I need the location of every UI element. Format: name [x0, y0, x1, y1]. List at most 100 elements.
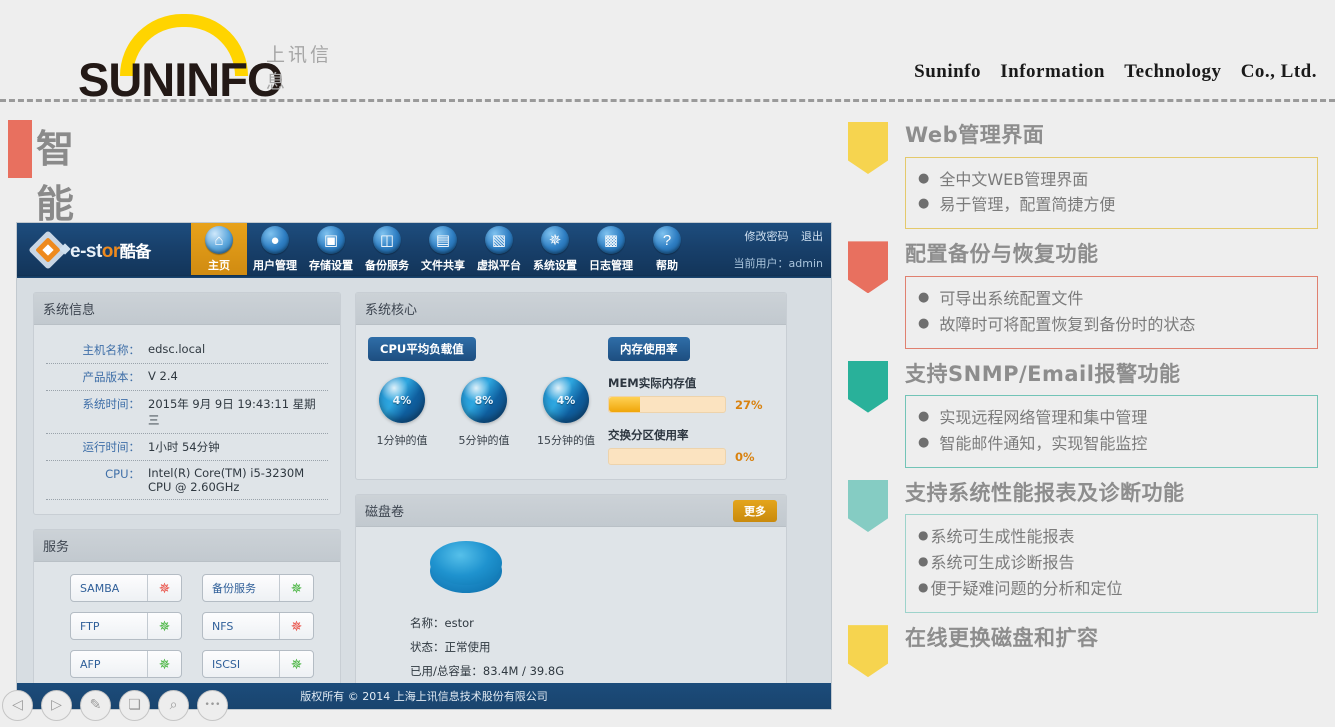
bullet-icon: ●: [918, 315, 930, 331]
service-name: SAMBA: [80, 581, 120, 595]
bullet-text: 可导出系统配置文件: [939, 288, 1084, 308]
gear-icon[interactable]: ✵: [279, 575, 313, 601]
nav-item-backup-service[interactable]: ◫ 备份服务: [359, 223, 415, 278]
zoom-button[interactable]: ⌕: [158, 689, 189, 721]
nav-label-virtual-platform: 虚拟平台: [477, 259, 521, 272]
list-item: ● 全中文WEB管理界面: [918, 167, 1305, 193]
nav-item-help[interactable]: ? 帮助: [639, 223, 695, 278]
dashboard: 系统信息 主机名称： edsc.local 产品版本： V 2.4 系统时间： …: [17, 278, 831, 709]
title-accent-bar: [8, 120, 32, 178]
play-button[interactable]: ▷: [41, 689, 72, 721]
nav-label-home: 主页: [208, 259, 230, 272]
gauge-orb: 4%: [379, 377, 425, 423]
estor-logo-text-b: or: [101, 240, 121, 262]
nav-item-home[interactable]: ⌂ 主页: [191, 223, 247, 278]
memory-usage-badge: 内存使用率: [608, 337, 690, 361]
feature-heading: 支持系统性能报表及诊断功能: [905, 480, 1185, 505]
feature-online-disk-replace: 在线更换磁盘和扩容: [848, 621, 1318, 678]
system-core-title: 系统核心: [365, 303, 418, 318]
nav-item-virtual-platform[interactable]: ▧ 虚拟平台: [471, 223, 527, 278]
app-nav-items: ⌂ 主页 ● 用户管理 ▣ 存储设置 ◫ 备份服务 ▤ 文件共享 ▧ 虚拟平台: [191, 223, 695, 278]
list-item: ● 智能邮件通知，实现智能监控: [918, 431, 1305, 457]
gear-icon[interactable]: ✵: [279, 613, 313, 639]
nav-item-file-share[interactable]: ▤ 文件共享: [415, 223, 471, 278]
disk-capacity: 已用/总容量：83.4M / 39.8G: [410, 664, 565, 678]
pen-button[interactable]: ✎: [80, 689, 111, 721]
list-item: ● 实现远程网络管理和集中管理: [918, 405, 1305, 431]
memory-meter-label: MEM实际内存值: [608, 376, 697, 390]
feature-heading: 在线更换磁盘和扩容: [905, 626, 1099, 651]
gauge-value: 4%: [392, 393, 412, 407]
more-options-button[interactable]: •••: [197, 689, 228, 721]
bullet-icon: ●: [918, 409, 930, 425]
memory-section: 内存使用率 MEM实际内存值 27% 交换分区使用率 0%: [604, 337, 764, 465]
header-divider: [0, 99, 1335, 102]
nav-item-log-management[interactable]: ▩ 日志管理: [583, 223, 639, 278]
list-item: ● 可导出系统配置文件: [918, 286, 1305, 312]
disk-volume-details: 名称：estor 状态：正常使用 已用/总容量：83.4M / 39.8G: [368, 615, 774, 679]
previous-button[interactable]: ◁: [2, 689, 33, 721]
swap-meter-percent: 0%: [735, 449, 755, 464]
gear-icon[interactable]: ✵: [279, 651, 313, 677]
memory-meter: 27%: [608, 396, 764, 413]
feature-config-backup: 配置备份与恢复功能 ● 可导出系统配置文件 ● 故障时可将配置恢复到备份时的状态: [848, 237, 1318, 349]
estor-logo-text-cn: 酷备: [119, 243, 152, 261]
disk-volume-header: 磁盘卷 更多: [356, 495, 786, 527]
list-item[interactable]: NFS ✵: [202, 612, 314, 640]
row-key: 运行时间：: [82, 440, 141, 454]
app-nav-account-area: 修改密码 退出 当前用户：admin: [734, 228, 823, 271]
file-share-icon: ▤: [429, 226, 457, 254]
current-user-label: 当前用户：admin: [733, 257, 823, 270]
nav-item-user-management[interactable]: ● 用户管理: [247, 223, 303, 278]
system-info-body: 主机名称： edsc.local 产品版本： V 2.4 系统时间： 2015年…: [34, 325, 340, 514]
row-key: CPU：: [105, 467, 140, 481]
list-item[interactable]: ISCSI ✵: [202, 650, 314, 678]
service-name: ISCSI: [212, 657, 241, 671]
bullet-text: 全中文WEB管理界面: [939, 169, 1089, 189]
nav-item-storage-settings[interactable]: ▣ 存储设置: [303, 223, 359, 278]
table-row: CPU： Intel(R) Core(TM) i5-3230M CPU @ 2.…: [46, 461, 328, 500]
company-part-1: Suninfo: [914, 61, 981, 82]
list-item[interactable]: FTP ✵: [70, 612, 182, 640]
gear-icon[interactable]: ✵: [147, 575, 181, 601]
list-item[interactable]: AFP ✵: [70, 650, 182, 678]
bullet-text: 实现远程网络管理和集中管理: [939, 408, 1148, 428]
system-core-header: 系统核心: [356, 293, 786, 325]
list-item: ● 易于管理，配置简捷方便: [918, 192, 1305, 218]
list-item[interactable]: SAMBA ✵: [70, 574, 182, 602]
cpu-load-section: CPU平均负载值 4% 1分钟的值 8% 5分钟的值 4% 15分钟的值: [368, 337, 604, 465]
row-value: Intel(R) Core(TM) i5-3230M CPU @ 2.60GHz: [148, 466, 305, 494]
feature-heading: 支持SNMP/Email报警功能: [905, 361, 1181, 386]
system-info-title: 系统信息: [43, 303, 96, 318]
feature-performance-report: 支持系统性能报表及诊断功能 ● 系统可生成性能报表 ● 系统可生成诊断报告 ● …: [848, 476, 1318, 614]
nav-item-system-settings[interactable]: ✵ 系统设置: [527, 223, 583, 278]
bullet-text: 系统可生成诊断报告: [930, 553, 1075, 573]
change-password-link[interactable]: 修改密码: [745, 230, 789, 243]
gear-icon[interactable]: ✵: [147, 651, 181, 677]
app-nav-bar: e-stor酷备 ⌂ 主页 ● 用户管理 ▣ 存储设置 ◫ 备份服务 ▤ 文件共…: [17, 223, 831, 278]
table-row: 系统时间： 2015年 9月 9日 19:43:11 星期三: [46, 391, 328, 434]
feature-heading: 配置备份与恢复功能: [905, 242, 1099, 267]
gauge-label: 1分钟的值: [376, 434, 428, 447]
feature-web-ui: Web管理界面 ● 全中文WEB管理界面 ● 易于管理，配置简捷方便: [848, 118, 1318, 230]
shapes-button[interactable]: ❏: [119, 689, 150, 721]
feature-box: ● 可导出系统配置文件 ● 故障时可将配置恢复到备份时的状态: [905, 275, 1318, 349]
bullet-icon: ●: [918, 289, 930, 305]
feature-box: ● 实现远程网络管理和集中管理 ● 智能邮件通知，实现智能监控: [905, 395, 1318, 468]
logout-link[interactable]: 退出: [801, 230, 823, 243]
services-grid: SAMBA ✵ 备份服务 ✵ FTP ✵ NFS ✵ AFP ✵ ISCSI ✵: [46, 574, 328, 678]
disk-name: 名称：estor: [410, 616, 474, 630]
help-icon: ?: [653, 226, 681, 254]
gear-icon[interactable]: ✵: [147, 613, 181, 639]
row-value: 2015年 9月 9日 19:43:11 星期三: [148, 397, 316, 427]
cpu-gauge-15min: 4% 15分钟的值: [532, 377, 600, 448]
row-key: 产品版本：: [82, 370, 141, 384]
table-row: 主机名称： edsc.local: [46, 337, 328, 364]
estor-logo[interactable]: e-stor酷备: [28, 230, 191, 270]
list-item[interactable]: 备份服务 ✵: [202, 574, 314, 602]
app-screenshot: e-stor酷备 ⌂ 主页 ● 用户管理 ▣ 存储设置 ◫ 备份服务 ▤ 文件共…: [16, 222, 832, 710]
nav-label-user-management: 用户管理: [253, 259, 297, 272]
meter-track: [608, 448, 726, 465]
nav-label-system-settings: 系统设置: [533, 259, 577, 272]
more-button[interactable]: 更多: [733, 499, 777, 522]
